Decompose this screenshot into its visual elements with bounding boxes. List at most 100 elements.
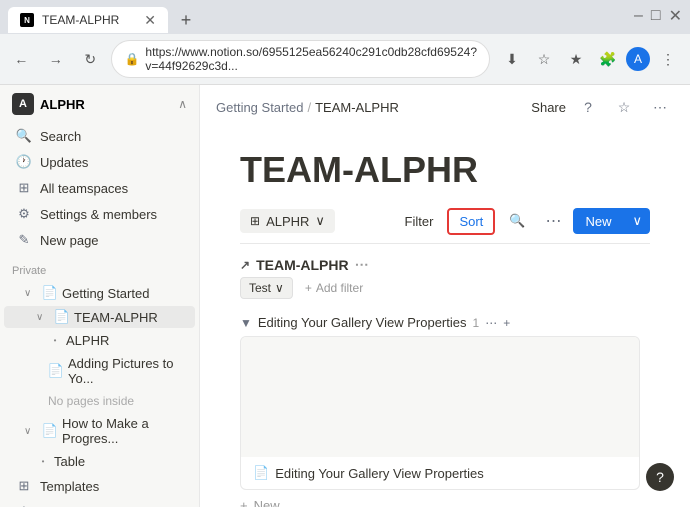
maximize-btn[interactable]: □ bbox=[651, 7, 661, 25]
how-to-make-icon: 📄 bbox=[42, 423, 58, 439]
db-more-btn[interactable]: ⋯ bbox=[539, 207, 567, 235]
tree-item-how-to-make[interactable]: ∨ 📄 How to Make a Progres... bbox=[4, 413, 195, 449]
workspace-icon: A bbox=[12, 93, 34, 115]
card-doc-icon: 📄 bbox=[253, 465, 269, 481]
tree-item-team-alphr[interactable]: ∨ 📄 TEAM-ALPHR bbox=[4, 306, 195, 328]
search-icon: 🔍 bbox=[16, 128, 32, 144]
forward-btn[interactable]: → bbox=[42, 45, 68, 73]
gallery-card[interactable]: 📄 Editing Your Gallery View Properties bbox=[240, 336, 640, 490]
download-icon[interactable]: ⬇ bbox=[498, 45, 526, 73]
search-db-btn[interactable]: 🔍 bbox=[501, 209, 533, 233]
sidebar-item-settings[interactable]: ⚙ Settings & members bbox=[4, 202, 195, 226]
sidebar-item-new-page[interactable]: ✎ New page bbox=[4, 228, 195, 252]
search-db-icon: 🔍 bbox=[509, 213, 525, 229]
templates-icon: ⊞ bbox=[16, 478, 32, 494]
menu-btn[interactable]: ⋮ bbox=[654, 45, 682, 73]
tree-item-getting-started[interactable]: ∨ 📄 Getting Started bbox=[4, 282, 195, 304]
db-view-arrow-icon: ↗ bbox=[240, 258, 250, 272]
db-view-header-dots[interactable]: ⋯ bbox=[355, 256, 369, 273]
team-alphr-chevron: ∨ bbox=[36, 312, 50, 323]
page-title: TEAM-ALPHR bbox=[240, 149, 650, 191]
help-button[interactable]: ? bbox=[646, 463, 674, 491]
sidebar-item-teamspaces[interactable]: ⊞ All teamspaces bbox=[4, 176, 195, 200]
db-view-chevron: ∨ bbox=[315, 213, 325, 229]
db-view-header: ↗ TEAM-ALPHR ⋯ bbox=[240, 256, 650, 273]
sidebar-item-new-page-label: New page bbox=[40, 233, 99, 248]
card-image bbox=[241, 337, 639, 457]
puzzle-icon[interactable]: 🧩 bbox=[594, 45, 622, 73]
filter-btn[interactable]: Filter bbox=[397, 210, 442, 233]
db-section: ▼ Editing Your Gallery View Properties 1… bbox=[240, 309, 650, 507]
share-button[interactable]: Share bbox=[531, 100, 566, 115]
tab-close-btn[interactable]: ✕ bbox=[144, 13, 156, 27]
back-btn[interactable]: ← bbox=[8, 45, 34, 73]
sidebar-item-settings-label: Settings & members bbox=[40, 207, 157, 222]
extension-icon[interactable]: ★ bbox=[562, 45, 590, 73]
section-plus-icon[interactable]: + bbox=[503, 316, 510, 330]
db-view-header-name[interactable]: TEAM-ALPHR bbox=[256, 257, 349, 273]
active-tab[interactable]: N TEAM-ALPHR ✕ bbox=[8, 7, 168, 33]
tree-item-table[interactable]: • Table bbox=[4, 451, 195, 472]
table-label: Table bbox=[54, 454, 85, 469]
add-filter-btn[interactable]: + Add filter bbox=[299, 278, 369, 298]
settings-icon: ⚙ bbox=[16, 206, 32, 222]
tab-title: TEAM-ALPHR bbox=[42, 13, 136, 27]
no-pages-label: No pages inside bbox=[48, 394, 134, 408]
getting-started-label: Getting Started bbox=[62, 286, 149, 301]
sidebar-item-import[interactable]: ⬆ Import bbox=[4, 500, 195, 507]
sidebar-item-search[interactable]: 🔍 Search bbox=[4, 124, 195, 148]
breadcrumb-current: TEAM-ALPHR bbox=[315, 100, 399, 115]
adding-pictures-icon: 📄 bbox=[48, 363, 64, 379]
getting-started-chevron: ∨ bbox=[24, 288, 38, 299]
profile-icon[interactable]: A bbox=[626, 47, 650, 71]
page-header: Getting Started / TEAM-ALPHR Share ? ☆ ⋯ bbox=[200, 85, 690, 129]
tree-item-no-pages: No pages inside bbox=[4, 391, 195, 411]
url-bar[interactable]: 🔒 https://www.notion.so/6955125ea56240c2… bbox=[111, 40, 490, 78]
more-options-icon[interactable]: ⋯ bbox=[646, 93, 674, 121]
lock-icon: 🔒 bbox=[124, 52, 139, 66]
page-content: TEAM-ALPHR ⊞ ALPHR ∨ Filter Sort 🔍 bbox=[200, 129, 690, 507]
browser-chrome: – □ ✕ N TEAM-ALPHR ✕ + ← → ↻ 🔒 https://w… bbox=[0, 0, 690, 85]
sort-btn[interactable]: Sort bbox=[447, 208, 495, 235]
getting-started-icon: 📄 bbox=[42, 285, 58, 301]
section-collapse-icon[interactable]: ▼ bbox=[240, 316, 252, 330]
sidebar-item-templates[interactable]: ⊞ Templates bbox=[4, 474, 195, 498]
db-view-selector[interactable]: ⊞ ALPHR ∨ bbox=[240, 209, 335, 233]
how-to-make-label: How to Make a Progres... bbox=[62, 416, 187, 446]
section-count: 1 bbox=[473, 316, 480, 330]
templates-label: Templates bbox=[40, 479, 99, 494]
breadcrumb: Getting Started / TEAM-ALPHR bbox=[216, 100, 523, 115]
favorite-icon[interactable]: ☆ bbox=[610, 93, 638, 121]
workspace-header[interactable]: A ALPHR ∧ bbox=[0, 85, 199, 123]
new-card-row[interactable]: + New bbox=[240, 490, 650, 507]
new-record-btn[interactable]: New ∨ bbox=[573, 208, 650, 234]
close-btn[interactable]: ✕ bbox=[669, 6, 682, 26]
filter-chip-chevron: ∨ bbox=[275, 281, 284, 295]
private-section-label: Private bbox=[0, 253, 199, 281]
tree-item-alphr[interactable]: • ALPHR bbox=[4, 330, 195, 351]
sidebar-item-updates[interactable]: 🕐 Updates bbox=[4, 150, 195, 174]
filter-chip-test[interactable]: Test ∨ bbox=[240, 277, 293, 299]
new-btn-chevron[interactable]: ∨ bbox=[624, 208, 650, 234]
team-alphr-icon: 📄 bbox=[54, 309, 70, 325]
refresh-btn[interactable]: ↻ bbox=[77, 45, 103, 73]
breadcrumb-parent[interactable]: Getting Started bbox=[216, 100, 303, 115]
adding-pictures-label: Adding Pictures to Yo... bbox=[68, 356, 187, 386]
sidebar-item-updates-label: Updates bbox=[40, 155, 88, 170]
add-filter-label: Add filter bbox=[316, 281, 363, 295]
filter-bar: Test ∨ + Add filter bbox=[240, 277, 650, 299]
workspace-name: ALPHR bbox=[40, 97, 172, 112]
alphr-label: ALPHR bbox=[66, 333, 109, 348]
new-tab-btn[interactable]: + bbox=[172, 6, 200, 34]
tab-favicon: N bbox=[20, 13, 34, 27]
window-controls: – □ ✕ bbox=[634, 6, 682, 26]
bookmark-icon[interactable]: ☆ bbox=[530, 45, 558, 73]
section-dots-icon[interactable]: ⋯ bbox=[485, 316, 497, 330]
minimize-btn[interactable]: – bbox=[634, 7, 643, 25]
header-actions: Share ? ☆ ⋯ bbox=[531, 93, 674, 121]
updates-icon: 🕐 bbox=[16, 154, 32, 170]
help-header-icon[interactable]: ? bbox=[574, 93, 602, 121]
section-title[interactable]: Editing Your Gallery View Properties bbox=[258, 315, 467, 330]
tree-item-adding-pictures[interactable]: 📄 Adding Pictures to Yo... bbox=[4, 353, 195, 389]
url-text: https://www.notion.so/6955125ea56240c291… bbox=[145, 45, 477, 73]
